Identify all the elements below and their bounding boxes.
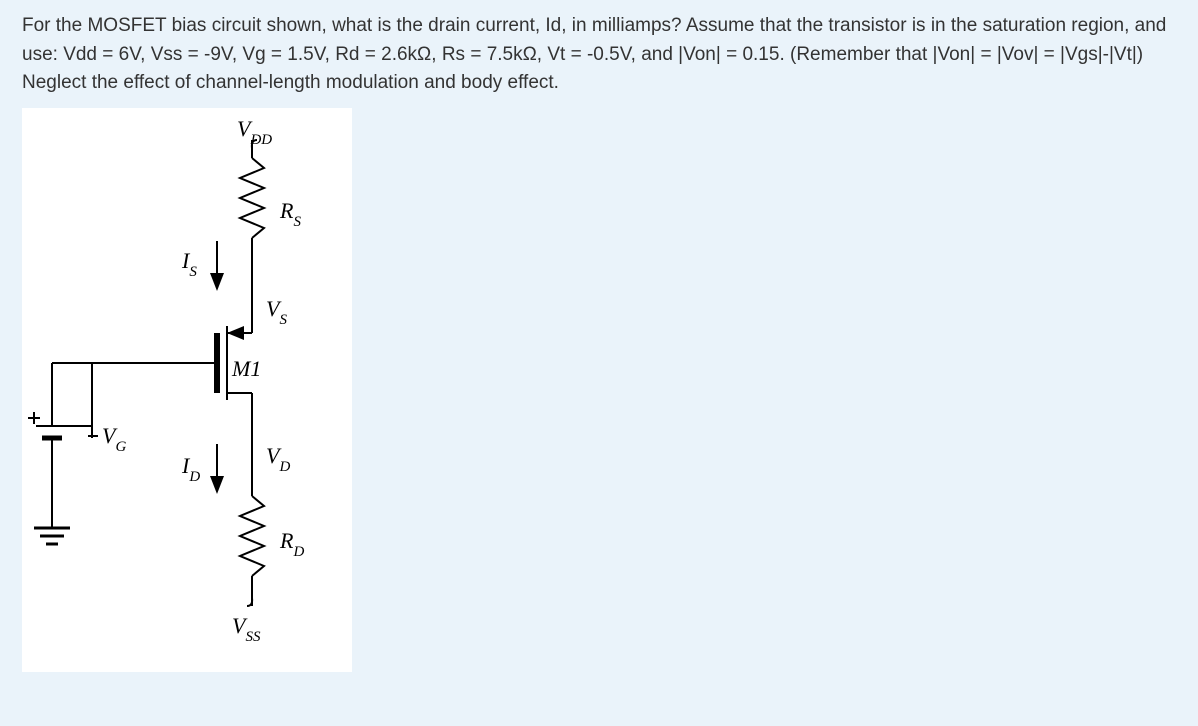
id-label: ID [181,453,200,485]
m1-label: M1 [231,356,261,381]
vdd-label: VDD [237,116,272,148]
vg-label: VG [102,423,126,455]
question-text: For the MOSFET bias circuit shown, what … [22,12,1176,98]
vs-label: VS [266,296,287,328]
vd-label: VD [266,443,290,475]
rd-label: RD [279,528,304,560]
is-label: IS [181,248,197,280]
rs-label: RS [279,198,301,230]
vss-label: VSS [232,613,261,645]
circuit-figure: VDD RS IS VS M1 ID VD [22,108,352,672]
